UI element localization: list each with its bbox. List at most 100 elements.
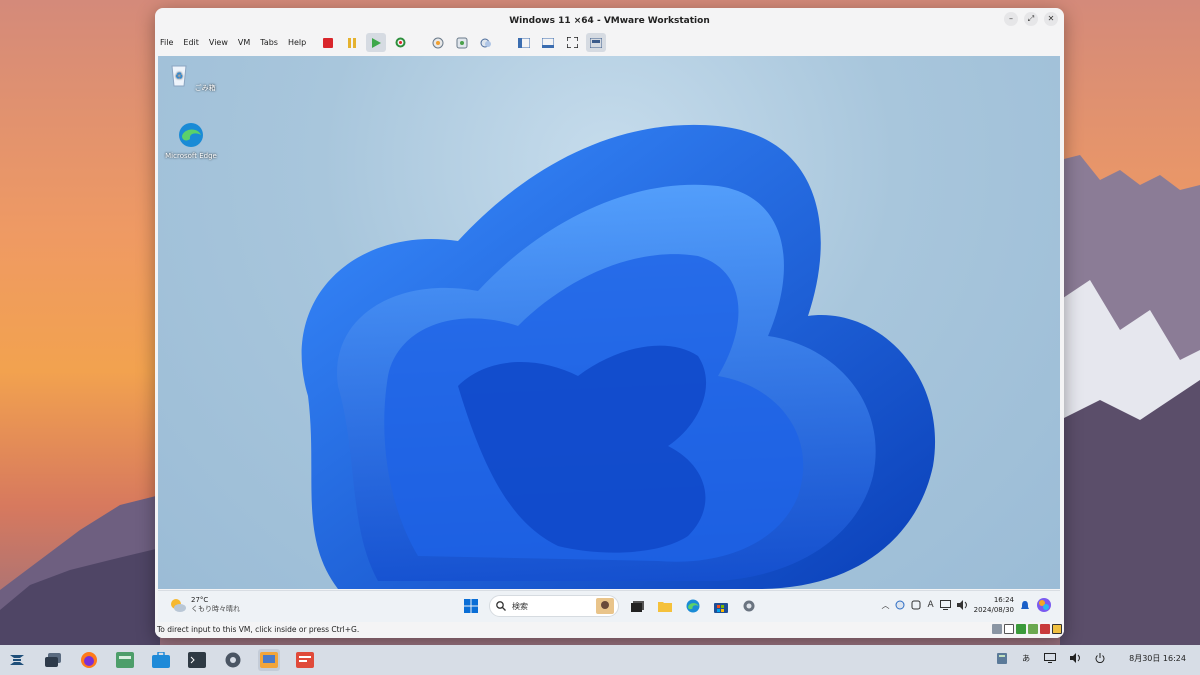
firefox-icon (81, 652, 97, 668)
firefox-button[interactable] (78, 649, 100, 671)
zorin-menu-button[interactable] (6, 649, 28, 671)
display-icon[interactable] (939, 600, 951, 610)
window-title: Windows 11 ×64 - VMware Workstation (509, 16, 710, 26)
shield-icon[interactable] (911, 600, 921, 610)
weather-widget[interactable]: 27°C くもり時々晴れ (170, 596, 240, 614)
snapshot-manager-icon[interactable] (476, 33, 496, 52)
hard-disk-icon[interactable] (992, 624, 1002, 634)
svg-text:♻: ♻ (175, 72, 183, 82)
edge-label: Microsoft Edge (165, 152, 217, 160)
copilot-icon[interactable] (1036, 597, 1052, 613)
file-manager-icon (116, 652, 134, 668)
search-placeholder: 検索 (512, 601, 528, 611)
menu-tabs[interactable]: Tabs (260, 38, 278, 47)
files-button[interactable] (114, 649, 136, 671)
suspend-button[interactable] (342, 33, 362, 52)
vmware-taskbar-button[interactable] (258, 649, 280, 671)
restart-button[interactable] (390, 33, 410, 52)
folder-icon (658, 602, 672, 612)
menu-help[interactable]: Help (288, 38, 306, 47)
menu-file[interactable]: File (160, 38, 173, 47)
task-view-button[interactable] (627, 596, 647, 616)
terminal-button[interactable] (186, 649, 208, 671)
edge-icon (179, 123, 203, 147)
vm-display[interactable]: ♻ ごみ箱 Microsoft Edge (158, 56, 1060, 589)
clock-time: 16:24 (993, 596, 1014, 604)
volume-icon[interactable] (1070, 653, 1081, 663)
search-highlight-icon (596, 598, 614, 614)
screenshot-icon (296, 652, 314, 668)
bell-icon[interactable] (1020, 600, 1030, 611)
zorin-logo-icon (10, 655, 24, 665)
menu-view[interactable]: View (209, 38, 228, 47)
screenshot-app-button[interactable] (294, 649, 316, 671)
ime-indicator[interactable]: A (927, 600, 933, 610)
close-button[interactable]: ✕ (1044, 12, 1058, 26)
title-bar[interactable]: Windows 11 ×64 - VMware Workstation – ⤢ … (155, 8, 1064, 30)
windows-taskbar: 27°C くもり時々晴れ 検索 ︿ A 16:24 2024/08/30 (158, 590, 1060, 622)
host-ime-indicator[interactable]: あ (1022, 653, 1030, 664)
vmware-window: Windows 11 ×64 - VMware Workstation – ⤢ … (155, 8, 1064, 638)
partly-cloudy-icon (171, 599, 186, 612)
usb-icon[interactable] (1028, 624, 1038, 634)
revert-snapshot-icon[interactable] (452, 33, 472, 52)
clipboard-icon[interactable] (996, 652, 1008, 664)
wallpaper-mountain-left (0, 495, 160, 645)
store-icon (714, 602, 728, 613)
recycle-bin-label: ごみ箱 (194, 84, 216, 92)
power-icon[interactable] (1095, 653, 1105, 663)
system-tray: ︿ A 16:24 2024/08/30 (881, 595, 1052, 615)
volume-icon[interactable] (956, 600, 968, 610)
windows-logo-icon (464, 599, 478, 613)
maximize-button[interactable]: ⤢ (1024, 12, 1038, 26)
recycle-bin-icon: ♻ (171, 65, 187, 87)
unity-view-icon[interactable] (586, 33, 606, 52)
minimize-button[interactable]: – (1004, 12, 1018, 26)
cd-drive-icon[interactable] (1004, 624, 1014, 634)
status-text: To direct input to this VM, click inside… (157, 625, 360, 634)
settings-app-button[interactable] (222, 649, 244, 671)
snapshot-icon[interactable] (428, 33, 448, 52)
gear-icon (743, 600, 755, 612)
monitor-icon[interactable] (1044, 653, 1057, 663)
desktop-icon-edge[interactable]: Microsoft Edge (161, 122, 221, 160)
menu-edit[interactable]: Edit (183, 38, 199, 47)
store-button[interactable] (711, 596, 731, 616)
network-status-icon[interactable] (895, 600, 905, 610)
edge-taskbar-button[interactable] (683, 596, 703, 616)
windows-bloom-wallpaper (301, 124, 936, 589)
workspaces-button[interactable] (42, 649, 64, 671)
host-taskbar: あ 8月30日 16:24 (0, 645, 1200, 675)
wallpaper-mountain-right (1060, 155, 1200, 645)
search-icon (496, 601, 506, 611)
desktop-icon-recycle-bin[interactable]: ♻ ごみ箱 (161, 62, 221, 93)
menu-vm[interactable]: VM (238, 38, 250, 47)
settings-button[interactable] (739, 596, 759, 616)
menu-bar: File Edit View VM Tabs Help (155, 32, 316, 52)
network-adapter-icon[interactable] (1016, 624, 1026, 634)
message-log-icon[interactable] (1052, 624, 1062, 634)
thumbnail-bar-icon[interactable] (538, 33, 558, 52)
power-on-button[interactable] (366, 33, 386, 52)
host-datetime[interactable]: 8月30日 16:24 (1129, 653, 1186, 664)
status-bar: To direct input to this VM, click inside… (155, 622, 1064, 638)
sound-card-icon[interactable] (1040, 624, 1050, 634)
file-explorer-button[interactable] (655, 596, 675, 616)
chevron-up-icon[interactable]: ︿ (881, 600, 889, 611)
software-store-icon (152, 652, 170, 668)
task-view-icon (630, 600, 644, 612)
toolbar (318, 32, 606, 53)
weather-temp: 27°C (191, 596, 209, 604)
terminal-icon (188, 652, 206, 668)
taskbar-search[interactable]: 検索 (489, 595, 619, 617)
edge-icon (686, 599, 700, 613)
workspaces-icon (45, 653, 61, 667)
power-off-button[interactable] (318, 33, 338, 52)
gear-icon (225, 652, 241, 668)
clock[interactable]: 16:24 2024/08/30 (974, 595, 1014, 615)
library-view-icon[interactable] (514, 33, 534, 52)
fullscreen-icon[interactable] (562, 33, 582, 52)
clock-date: 2024/08/30 (973, 606, 1014, 614)
start-button[interactable] (461, 596, 481, 616)
software-store-button[interactable] (150, 649, 172, 671)
